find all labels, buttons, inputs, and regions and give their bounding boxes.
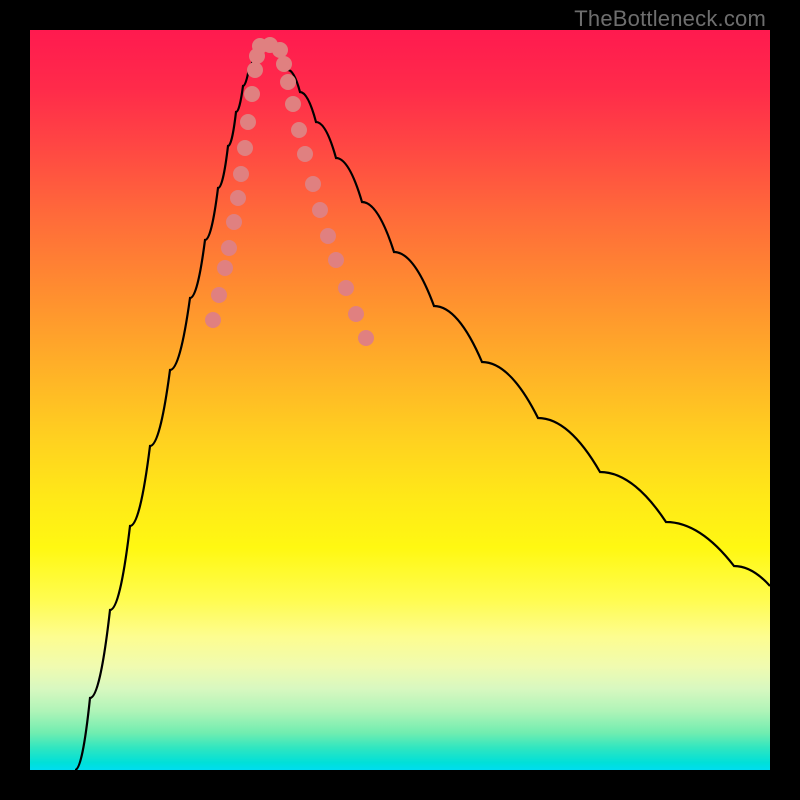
- bead-marker: [247, 62, 263, 78]
- bead-marker: [285, 96, 301, 112]
- chart-svg: [30, 30, 770, 770]
- right-curve: [270, 44, 770, 586]
- bead-marker: [233, 166, 249, 182]
- bead-marker: [348, 306, 364, 322]
- bead-marker: [312, 202, 328, 218]
- bead-marker: [221, 240, 237, 256]
- bead-marker: [291, 122, 307, 138]
- bead-marker: [328, 252, 344, 268]
- bead-marker: [211, 287, 227, 303]
- bead-marker: [320, 228, 336, 244]
- bead-marker: [240, 114, 256, 130]
- bead-marker: [305, 176, 321, 192]
- bead-marker: [205, 312, 221, 328]
- bead-marker: [276, 56, 292, 72]
- bead-group: [205, 37, 374, 346]
- bead-marker: [237, 140, 253, 156]
- left-curve: [75, 44, 258, 770]
- bead-marker: [338, 280, 354, 296]
- bead-marker: [226, 214, 242, 230]
- bead-marker: [244, 86, 260, 102]
- bead-marker: [358, 330, 374, 346]
- bead-marker: [217, 260, 233, 276]
- bead-marker: [297, 146, 313, 162]
- watermark-text: TheBottleneck.com: [574, 6, 766, 32]
- bead-marker: [272, 42, 288, 58]
- bead-marker: [280, 74, 296, 90]
- bead-marker: [230, 190, 246, 206]
